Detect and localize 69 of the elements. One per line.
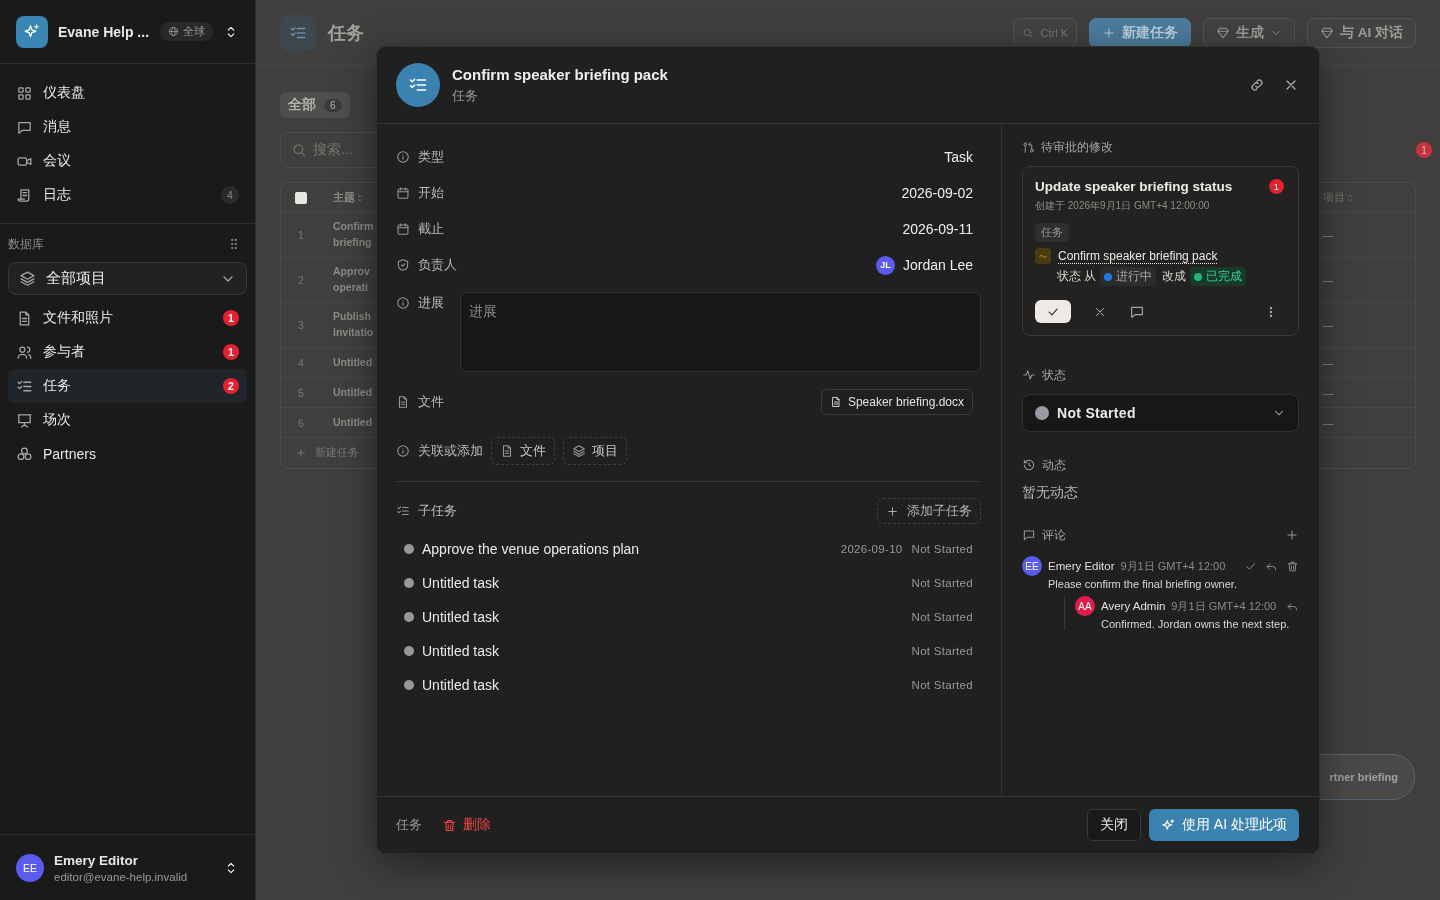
type-tag: 任务 — [1035, 223, 1069, 242]
alert-badge: 1 — [223, 310, 239, 326]
field-label: 关联或添加 — [418, 442, 483, 460]
page-title: 任务 — [328, 21, 365, 45]
comment-time: 9月1日 GMT+4 12:00 — [1120, 558, 1226, 574]
table-cell-text: Untitled — [333, 414, 374, 430]
alert-badge: 1 — [1269, 179, 1284, 194]
assignee-name: Jordan Lee — [902, 257, 973, 273]
table-cell: — — [1323, 274, 1334, 286]
commenter-avatar: EE — [1022, 556, 1042, 576]
comment-text: Confirmed. Jordan owns the next step. — [1101, 618, 1291, 630]
created-time: 创建于 2026年9月1日 GMT+4 12:00:00 — [1035, 199, 1211, 213]
subtask-status: Not Started — [911, 679, 973, 691]
table-cell: — — [1323, 229, 1334, 241]
field-label: 截止 — [418, 220, 444, 238]
field-value: 2026-09-11 — [902, 221, 974, 237]
scope-chip: 全球 — [160, 22, 213, 41]
field-value: Task — [944, 149, 974, 165]
table-cell: — — [1323, 416, 1334, 429]
section-title: 评论 — [1042, 526, 1066, 544]
alert-badge: 1 — [223, 344, 239, 360]
modal-subtitle: 任务 — [452, 87, 479, 105]
section-title: 动态 — [1042, 456, 1066, 474]
change-connector: 改成 — [1162, 268, 1187, 285]
table-cell-text: Untitled — [333, 384, 374, 400]
subtask-status: Not Started — [911, 645, 973, 657]
field-label: 进展 — [418, 294, 444, 312]
field-label: 负责人 — [418, 256, 457, 274]
item-type: 任务 — [396, 816, 422, 834]
comment-author: Avery Admin — [1101, 600, 1166, 612]
subtask-status: Not Started — [911, 611, 973, 623]
column-header: 主题 — [333, 189, 355, 205]
user-email: editor@evane-help.invalid — [54, 870, 189, 883]
comment-time: 9月1日 GMT+4 12:00 — [1171, 598, 1277, 614]
user-name: Emery Editor — [54, 852, 140, 868]
modal-title: Confirm speaker briefing pack — [452, 65, 669, 83]
field-label: 类型 — [418, 148, 444, 166]
change-title: Update speaker briefing status — [1035, 179, 1233, 194]
table-cell: — — [1323, 356, 1334, 369]
field-value: 2026-09-02 — [901, 185, 974, 201]
table-cell-text: Publish invitatio — [333, 309, 375, 340]
comment-author: Emery Editor — [1048, 560, 1115, 572]
section-title: 子任务 — [418, 502, 457, 520]
table-cell-text: Approv operati — [333, 264, 371, 295]
commenter-avatar: AA — [1075, 596, 1095, 616]
alert-badge: 1 — [1416, 142, 1432, 158]
count-badge: 4 — [221, 186, 239, 204]
field-label: 开始 — [418, 184, 444, 202]
section-title: 数据库 — [8, 235, 44, 253]
alert-badge: 2 — [223, 378, 239, 394]
field-label: 文件 — [418, 393, 444, 411]
subtask-status: Not Started — [911, 577, 973, 589]
old-status: 进行中 — [1100, 267, 1157, 286]
table-cell-text: Untitled — [333, 354, 374, 370]
section-title: 待审批的修改 — [1041, 138, 1113, 156]
workspace-name: Evane Help ... — [58, 23, 150, 40]
row-number: 3 — [298, 319, 304, 331]
section-title: 状态 — [1042, 366, 1066, 384]
change-field: 状态 从 — [1057, 268, 1097, 285]
table-cell: — — [1323, 319, 1334, 331]
subtask-status: Not Started — [911, 543, 973, 555]
table-cell-text: Confirm briefing — [333, 219, 375, 250]
subtask-due-date: 2026-09-10 — [840, 543, 903, 555]
user-avatar: EE — [16, 853, 44, 882]
table-cell: — — [1323, 386, 1334, 399]
assignee-avatar: JL — [875, 255, 895, 275]
new-status: 已完成 — [1190, 267, 1247, 286]
comment-text: Please confirm the final briefing owner. — [1048, 578, 1238, 590]
empty-message: 暂无动态 — [1022, 484, 1079, 502]
